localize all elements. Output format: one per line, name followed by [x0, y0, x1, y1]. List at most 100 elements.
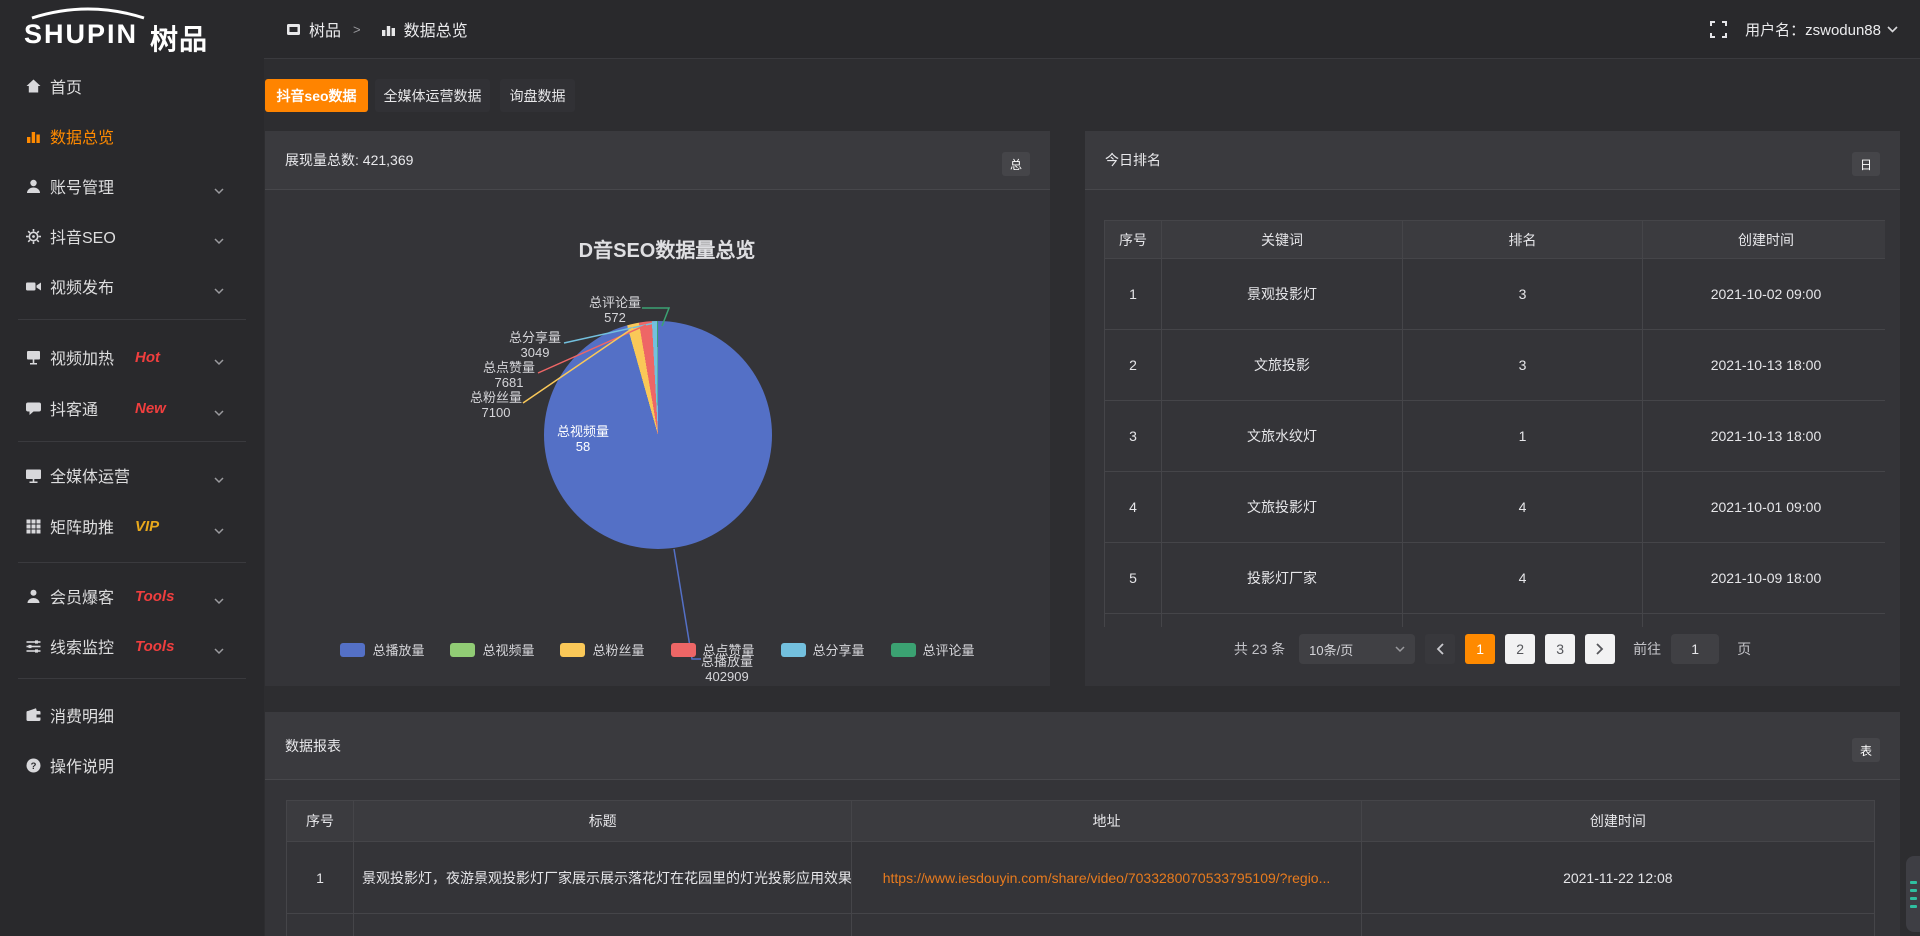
table-row: 5投影灯厂家42021-10-09 18:00 [1105, 543, 1886, 614]
pagination: 共 23 条 10条/页 123 前往 页 [1085, 629, 1900, 669]
page-size-select[interactable]: 10条/页 [1299, 634, 1415, 664]
ranking-table-wrap: 序号关键词排名创建时间1景观投影灯32021-10-02 09:002文旅投影3… [1104, 220, 1885, 627]
home-icon [25, 78, 42, 95]
member-icon [25, 588, 42, 605]
sidebar-item-label: 视频加热 [50, 345, 114, 369]
sidebar-item-7[interactable]: 全媒体运营 [0, 450, 264, 500]
sidebar-item-4[interactable]: 视频发布 [0, 261, 264, 311]
chart-panel-header: 展现量总数: 421,369 [265, 131, 1050, 190]
monitor-icon [25, 467, 42, 484]
svg-text:?: ? [31, 761, 37, 772]
sidebar-item-12[interactable]: ? 操作说明 [0, 740, 264, 790]
sidebar-item-5[interactable]: 视频加热 Hot [0, 332, 264, 382]
sidebar-item-label: 数据总览 [50, 124, 114, 148]
table-row: 3文旅水纹灯12021-10-13 18:00 [1105, 401, 1886, 472]
goto-label: 前往 [1633, 639, 1661, 659]
next-page-button[interactable] [1585, 634, 1615, 664]
page-button-2[interactable]: 2 [1505, 634, 1535, 664]
column-header: 地址 [852, 801, 1361, 842]
table-row-clipped [287, 914, 1875, 936]
sidebar-item-label: 账号管理 [50, 174, 114, 198]
sidebar-item-2[interactable]: 账号管理 [0, 161, 264, 211]
page-button-3[interactable]: 3 [1545, 634, 1575, 664]
pie-label-videos: 总视频量58 [557, 424, 609, 454]
chevron-down-icon [214, 404, 224, 422]
wallet-icon [25, 707, 42, 724]
username-label: 用户名：zswodun88 [1745, 19, 1881, 40]
table-row: 1 景观投影灯，夜游景观投影灯厂家展示展示落花灯在花园里的灯光投影应用效果 # … [287, 842, 1875, 914]
app-logo: SHUPIN 树品 [22, 6, 242, 54]
legend-item-1[interactable]: 总视频量 [450, 640, 534, 659]
sidebar-item-badge: Tools [135, 588, 174, 605]
legend-swatch [891, 643, 916, 657]
sliders-icon [25, 638, 42, 655]
sidebar-item-label: 抖音SEO [50, 224, 116, 248]
gear-icon [25, 228, 42, 245]
goto-page-input[interactable] [1671, 634, 1719, 664]
fullscreen-icon[interactable] [1710, 21, 1727, 38]
goto-suffix: 页 [1737, 639, 1751, 659]
contact-float-widget[interactable] [1906, 856, 1920, 932]
pie-label-shares: 总分享量3049 [509, 330, 561, 360]
legend-swatch [560, 643, 585, 657]
chevron-down-icon [214, 282, 224, 300]
page-button-1[interactable]: 1 [1465, 634, 1495, 664]
sidebar-item-badge: Hot [135, 349, 160, 366]
pie-label-fans: 总粉丝量7100 [470, 390, 522, 420]
report-link[interactable]: https://www.iesdouyin.com/share/video/70… [883, 870, 1331, 886]
legend-item-2[interactable]: 总粉丝量 [560, 640, 644, 659]
column-header: 标题 [354, 801, 852, 842]
legend-label: 总播放量 [372, 640, 424, 659]
sidebar-item-0[interactable]: 首页 [0, 61, 264, 111]
sidebar-item-3[interactable]: 抖音SEO [0, 211, 264, 261]
legend-label: 总点赞量 [703, 640, 755, 659]
breadcrumb-root[interactable]: 树品 [309, 17, 341, 41]
column-header: 序号 [1105, 221, 1162, 259]
sidebar-item-label: 线索监控 [50, 634, 114, 658]
table-row: 1景观投影灯32021-10-02 09:00 [1105, 259, 1886, 330]
chart-legend: 总播放量 总视频量 总粉丝量 总点赞量 总分享量 总评论量 [265, 640, 1050, 659]
table-row: 2文旅投影32021-10-13 18:00 [1105, 330, 1886, 401]
legend-item-3[interactable]: 总点赞量 [671, 640, 755, 659]
sidebar-item-badge: New [135, 400, 166, 417]
bar-chart-icon [25, 128, 42, 145]
sidebar-item-1[interactable]: 数据总览 [0, 111, 264, 161]
report-title-cell: 景观投影灯，夜游景观投影灯厂家展示展示落花灯在花园里的灯光投影应用效果 # [354, 842, 852, 914]
legend-item-4[interactable]: 总分享量 [781, 640, 865, 659]
topbar: 树品 > 数据总览 用户名：zswodun88 [264, 0, 1920, 59]
sidebar-item-8[interactable]: 矩阵助推 VIP [0, 501, 264, 551]
legend-swatch [671, 643, 696, 657]
legend-item-5[interactable]: 总评论量 [891, 640, 975, 659]
legend-item-0[interactable]: 总播放量 [340, 640, 424, 659]
sidebar-item-label: 抖客通 [50, 396, 98, 420]
tab-2[interactable]: 询盘数据 [500, 79, 575, 112]
pagination-total: 共 23 条 [1234, 639, 1285, 659]
sidebar-item-9[interactable]: 会员爆客 Tools [0, 571, 264, 621]
logo-arc-icon [28, 6, 148, 20]
daily-view-button[interactable]: 日 [1852, 152, 1880, 176]
sidebar-item-6[interactable]: 抖客通 New [0, 383, 264, 433]
tab-1[interactable]: 全媒体运营数据 [375, 79, 490, 112]
sidebar-item-label: 消费明细 [50, 703, 114, 727]
sidebar-item-11[interactable]: 消费明细 [0, 690, 264, 740]
legend-swatch [340, 643, 365, 657]
column-header: 序号 [287, 801, 354, 842]
user-menu[interactable]: 用户名：zswodun88 [1745, 19, 1898, 40]
chevron-down-icon [214, 522, 224, 540]
sidebar-item-badge: Tools [135, 638, 174, 655]
sidebar-item-10[interactable]: 线索监控 Tools [0, 621, 264, 671]
total-view-button[interactable]: 总 [1002, 152, 1030, 176]
table-view-button[interactable]: 表 [1852, 738, 1880, 762]
tab-0[interactable]: 抖音seo数据 [265, 79, 368, 112]
report-title: 数据报表 [285, 736, 341, 756]
legend-label: 总评论量 [923, 640, 975, 659]
user-icon [25, 178, 42, 195]
report-table: 序号标题地址创建时间 1 景观投影灯，夜游景观投影灯厂家展示展示落花灯在花园里的… [286, 800, 1875, 936]
grid-icon [25, 518, 42, 535]
prev-page-button[interactable] [1425, 634, 1455, 664]
legend-swatch [450, 643, 475, 657]
sidebar-divider [18, 562, 246, 563]
sidebar-item-badge: VIP [135, 518, 159, 535]
impressions-total-label: 展现量总数: 421,369 [285, 150, 413, 170]
report-time-cell: 2021-11-22 12:08 [1361, 842, 1874, 914]
